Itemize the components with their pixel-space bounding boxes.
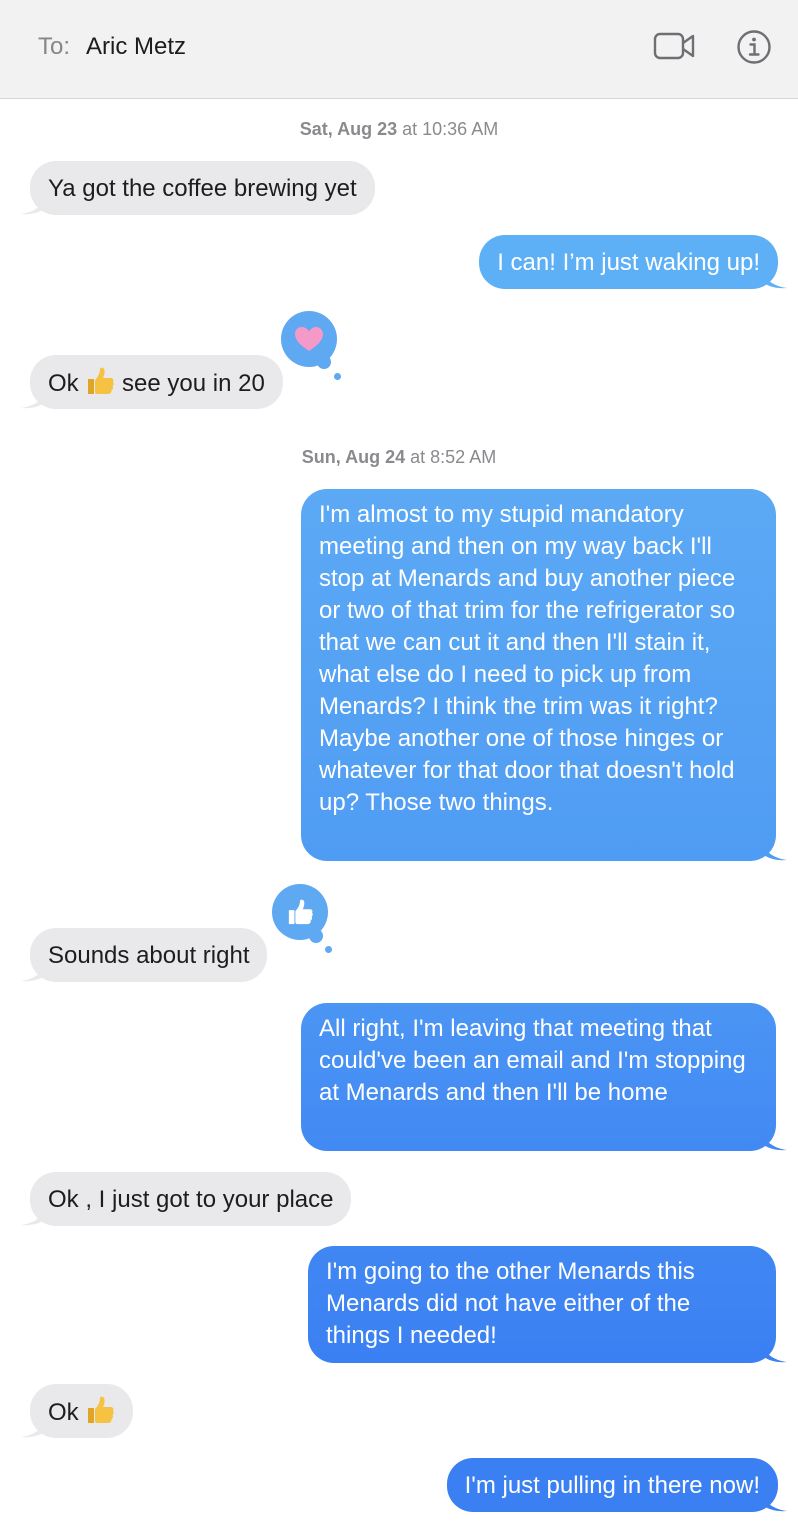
- timestamp: Sun, Aug 24 at 8:52 AM: [301, 447, 497, 467]
- outgoing-message[interactable]: All right, I'm leaving that meeting that…: [301, 1003, 776, 1151]
- video-camera-icon[interactable]: [650, 27, 700, 65]
- bubble-tail: [21, 387, 47, 409]
- bubble-tail: [21, 1416, 47, 1438]
- bubble-tail: [761, 1490, 787, 1512]
- to-label: To:: [38, 33, 71, 60]
- heart-icon: [295, 327, 323, 351]
- incoming-message[interactable]: Ok see you in 20: [30, 355, 283, 409]
- bubble-tail: [21, 193, 47, 215]
- bubble-tail: [761, 1341, 787, 1363]
- bubble-tail: [761, 1129, 787, 1151]
- outgoing-message[interactable]: I'm almost to my stupid mandatory meetin…: [301, 489, 776, 861]
- info-icon[interactable]: [734, 27, 774, 67]
- timestamp: Sat, Aug 23 at 10:36 AM: [299, 119, 499, 139]
- outgoing-message[interactable]: I'm going to the other Menards this Mena…: [308, 1246, 776, 1363]
- recipient-name[interactable]: Aric Metz: [86, 33, 186, 61]
- bubble-tail: [21, 1204, 47, 1226]
- thumbs-up-icon: [288, 899, 313, 925]
- bubble-tail: [21, 960, 47, 982]
- outgoing-message[interactable]: I'm just pulling in there now!: [446, 1458, 778, 1512]
- tapback-dot: [334, 373, 341, 380]
- tapback-dot: [309, 929, 323, 943]
- tapback-dot: [325, 946, 332, 953]
- incoming-message[interactable]: Ya got the coffee brewing yet: [30, 161, 375, 215]
- conversation-header: To: Aric Metz: [0, 0, 798, 99]
- outgoing-message[interactable]: I can! I’m just waking up!: [479, 235, 778, 289]
- bubble-tail: [761, 839, 787, 861]
- bubble-tail: [761, 267, 787, 289]
- incoming-message[interactable]: Ok , I just got to your place: [30, 1172, 352, 1226]
- tapback-dot: [317, 355, 331, 369]
- thumbs-up-emoji: [85, 367, 115, 404]
- thumbs-up-emoji: [85, 1396, 115, 1433]
- incoming-message[interactable]: Sounds about right: [30, 928, 268, 982]
